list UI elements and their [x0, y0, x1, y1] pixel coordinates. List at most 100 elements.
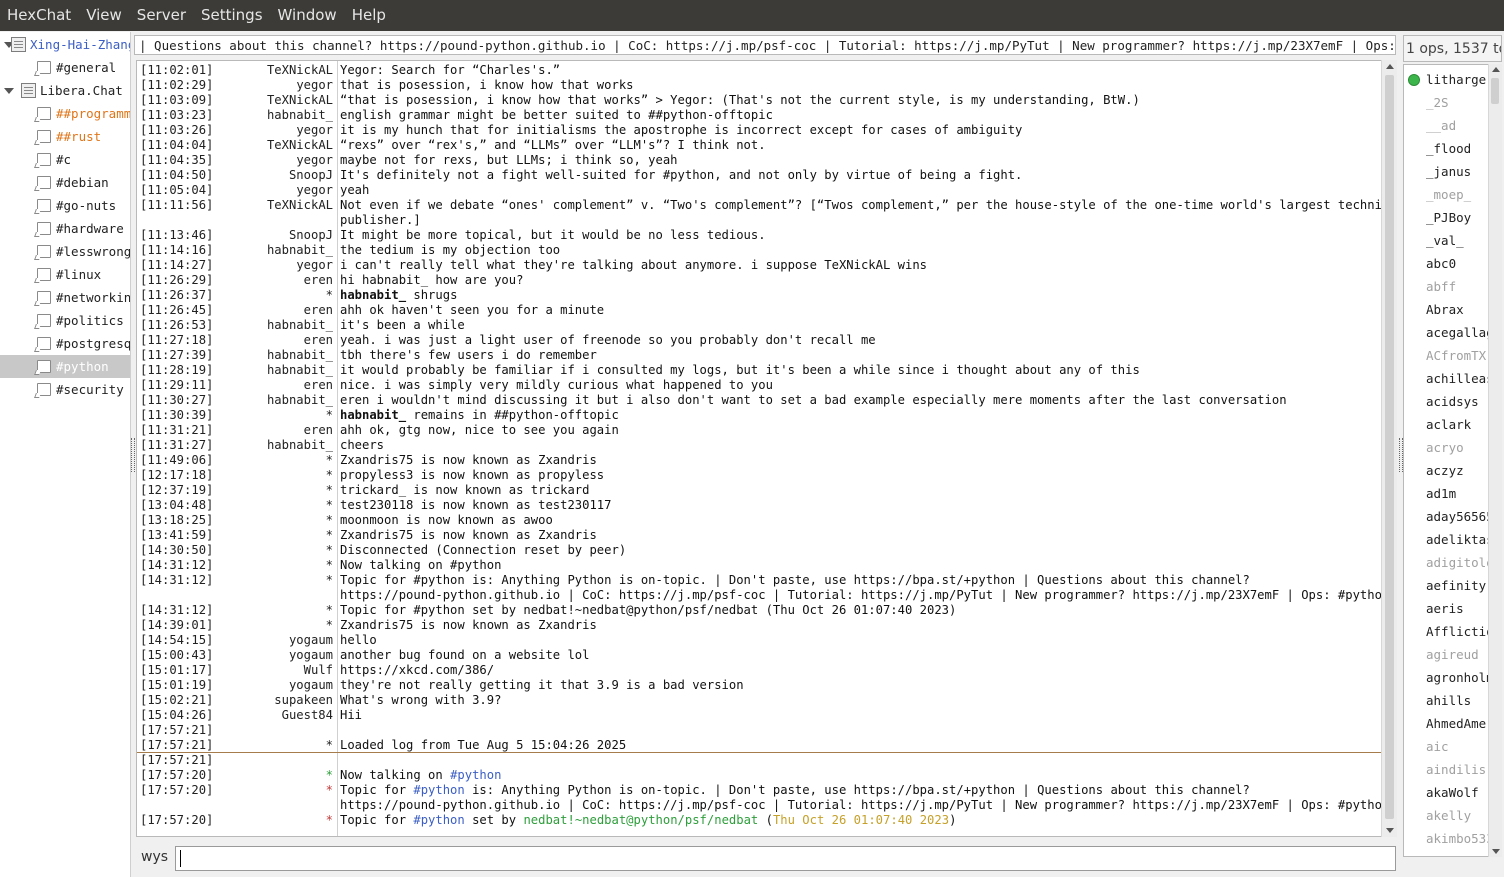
nick[interactable]: TeXNickAL	[215, 93, 333, 108]
nick[interactable]: yogaum	[215, 678, 333, 693]
nick[interactable]: habnabit_	[215, 438, 333, 453]
nick[interactable]: *	[215, 603, 333, 618]
left-pane-grip[interactable]	[131, 438, 135, 472]
tree-item-programming[interactable]: ##programming	[0, 102, 130, 125]
userlist-scroll-thumb[interactable]	[1491, 78, 1499, 104]
nick[interactable]: yegor	[215, 78, 333, 93]
nick[interactable]: supakeen	[215, 693, 333, 708]
right-pane-grip[interactable]	[1399, 438, 1403, 472]
nick[interactable]: *	[215, 738, 333, 753]
nick[interactable]: eren	[215, 333, 333, 348]
menu-server[interactable]: Server	[130, 0, 194, 31]
nick[interactable]: eren	[215, 303, 333, 318]
nick[interactable]: *	[215, 453, 333, 468]
tree-item-general[interactable]: #general	[0, 56, 130, 79]
user-list-item[interactable]: _flood	[1426, 137, 1496, 160]
user-list-item[interactable]: akaWolf	[1426, 781, 1496, 804]
nick[interactable]: *	[215, 468, 333, 483]
tree-item-lesswrong[interactable]: #lesswrong	[0, 240, 130, 263]
input-nick-label[interactable]: wys	[141, 849, 168, 865]
nick[interactable]: eren	[215, 378, 333, 393]
user-list-item[interactable]: akimbo533	[1426, 827, 1496, 850]
scroll-down-arrow-icon[interactable]	[1386, 828, 1394, 833]
nick[interactable]: *	[215, 498, 333, 513]
nick[interactable]: Guest84	[215, 708, 333, 723]
user-list-item[interactable]: Abrax	[1426, 298, 1496, 321]
nick[interactable]: *	[215, 528, 333, 543]
tree-item-debian[interactable]: #debian	[0, 171, 130, 194]
tree-item-security[interactable]: #security	[0, 378, 130, 401]
nick[interactable]: yegor	[215, 123, 333, 138]
user-list-item[interactable]: abff	[1426, 275, 1496, 298]
user-list-item[interactable]: litharge	[1426, 68, 1496, 91]
nick[interactable]: habnabit_	[215, 348, 333, 363]
nick[interactable]: yegor	[215, 258, 333, 273]
userlist-scroll-up-arrow-icon[interactable]	[1492, 67, 1500, 72]
nick[interactable]: yogaum	[215, 648, 333, 663]
user-list-item[interactable]: AhmedAmer	[1426, 712, 1496, 735]
nick[interactable]: *	[215, 573, 333, 588]
nick[interactable]: habnabit_	[215, 243, 333, 258]
nick[interactable]: *	[215, 813, 333, 828]
message-input[interactable]	[175, 846, 1396, 871]
user-list-item[interactable]: ahills	[1426, 689, 1496, 712]
menu-hexchat[interactable]: HexChat	[0, 0, 79, 31]
menu-settings[interactable]: Settings	[194, 0, 271, 31]
nick[interactable]: SnoopJ	[215, 168, 333, 183]
user-list-item[interactable]: aic	[1426, 735, 1496, 758]
user-list-item[interactable]: acidsys	[1426, 390, 1496, 413]
scroll-up-arrow-icon[interactable]	[1386, 64, 1394, 69]
nick[interactable]: yogaum	[215, 633, 333, 648]
user-list-item[interactable]: akelly	[1426, 804, 1496, 827]
nick[interactable]: *	[215, 483, 333, 498]
chat-log[interactable]: [11:02:01] TeXNickAL Yegor: Search for “Ch…	[136, 60, 1397, 837]
nick[interactable]: TeXNickAL	[215, 198, 333, 213]
nick[interactable]: TeXNickAL	[215, 63, 333, 78]
tree-item-liberachat[interactable]: Libera.Chat	[0, 79, 130, 102]
tree-item-xinghaizhang[interactable]: Xing-Hai-Zhang	[0, 33, 130, 56]
nick[interactable]: Wulf	[215, 663, 333, 678]
user-list-item[interactable]: _moep_	[1426, 183, 1496, 206]
nick[interactable]: eren	[215, 273, 333, 288]
nick[interactable]: TeXNickAL	[215, 138, 333, 153]
chat-scroll-thumb[interactable]	[1385, 75, 1394, 819]
userlist-scrollbar[interactable]	[1488, 64, 1502, 857]
nick[interactable]: *	[215, 408, 333, 423]
tree-item-c[interactable]: #c	[0, 148, 130, 171]
nick[interactable]: habnabit_	[215, 363, 333, 378]
tree-item-networking[interactable]: #networking	[0, 286, 130, 309]
user-list-item[interactable]: __ad	[1426, 114, 1496, 137]
user-list-item[interactable]: aday56565	[1426, 505, 1496, 528]
user-list-item[interactable]: _PJBoy	[1426, 206, 1496, 229]
menu-view[interactable]: View	[79, 0, 130, 31]
tree-item-linux[interactable]: #linux	[0, 263, 130, 286]
menu-window[interactable]: Window	[271, 0, 345, 31]
userlist-scroll-down-arrow-icon[interactable]	[1492, 849, 1500, 854]
nick[interactable]: *	[215, 618, 333, 633]
user-list-item[interactable]: aclark	[1426, 413, 1496, 436]
nick[interactable]: SnoopJ	[215, 228, 333, 243]
user-list-item[interactable]: agronholm	[1426, 666, 1496, 689]
nick[interactable]: *	[215, 513, 333, 528]
user-list-item[interactable]: adeliktas	[1426, 528, 1496, 551]
user-list-item[interactable]: _2S	[1426, 91, 1496, 114]
nick[interactable]: *	[215, 558, 333, 573]
user-list-item[interactable]: _val_	[1426, 229, 1496, 252]
user-list-item[interactable]: _janus	[1426, 160, 1496, 183]
chat-scrollbar[interactable]	[1381, 60, 1397, 837]
user-list-item[interactable]: agireud	[1426, 643, 1496, 666]
tree-item-rust[interactable]: ##rust	[0, 125, 130, 148]
tree-item-politics[interactable]: #politics	[0, 309, 130, 332]
nick[interactable]: *	[215, 288, 333, 303]
nick[interactable]: habnabit_	[215, 393, 333, 408]
user-list-item[interactable]: aefinity	[1426, 574, 1496, 597]
nick[interactable]: habnabit_	[215, 108, 333, 123]
nick[interactable]: yegor	[215, 153, 333, 168]
tree-item-postgresql[interactable]: #postgresql	[0, 332, 130, 355]
user-list-item[interactable]: Affliction	[1426, 620, 1496, 643]
user-list-item[interactable]: ad1m	[1426, 482, 1496, 505]
nick[interactable]: eren	[215, 423, 333, 438]
user-list-item[interactable]: aczyz	[1426, 459, 1496, 482]
expander-icon[interactable]	[4, 86, 14, 96]
tree-item-gonuts[interactable]: #go-nuts	[0, 194, 130, 217]
